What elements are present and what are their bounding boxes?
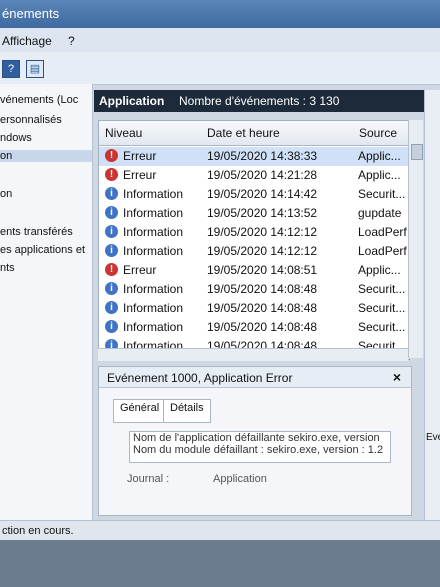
scroll-thumb[interactable] (411, 144, 423, 160)
events-table: Niveau Date et heure Source ! Erreur 19/05… (98, 120, 410, 360)
status-bar: ction en cours. (0, 520, 440, 541)
table-row[interactable]: i Information 19/05/2020 14:12:12 LoadPerf (99, 223, 409, 242)
taskbar-area (0, 540, 440, 587)
row-level: Erreur (123, 168, 157, 182)
row-level: Erreur (123, 149, 157, 163)
row-source: LoadPerf (358, 225, 407, 239)
event-detail-panel: Evénement 1000, Application Error × Géné… (98, 366, 412, 516)
row-level: Information (123, 282, 184, 296)
tab-details[interactable]: Détails (163, 399, 211, 423)
row-date: 19/05/2020 14:14:42 (207, 187, 318, 201)
row-level: Erreur (123, 263, 157, 277)
row-source: Securit... (358, 187, 406, 201)
info-icon: i (105, 282, 118, 295)
nav-item-windows-logs[interactable]: ndows (0, 132, 32, 144)
tab-general[interactable]: Général (113, 399, 167, 423)
nav-item-subscriptions[interactable]: nts (0, 262, 15, 274)
table-row[interactable]: ! Erreur 19/05/2020 14:08:51 Applic... (99, 261, 409, 280)
row-source: Applic... (358, 149, 401, 163)
col-source[interactable]: Source (359, 126, 397, 140)
col-date[interactable]: Date et heure (207, 126, 280, 140)
table-row[interactable]: i Information 19/05/2020 14:13:52 gupdate (99, 204, 409, 223)
row-source: LoadPerf (358, 244, 407, 258)
window-titlebar: énements (0, 0, 440, 28)
nav-item-system[interactable]: on (0, 188, 12, 200)
journal-value: Application (213, 473, 267, 485)
event-count: Nombre d'événements : 3 130 (179, 94, 340, 108)
description-line-2: Nom du module défaillant : sekiro.exe, v… (133, 444, 384, 456)
info-icon: i (105, 225, 118, 238)
row-source: Applic... (358, 168, 401, 182)
table-row[interactable]: i Information 19/05/2020 14:14:42 Securit..… (99, 185, 409, 204)
row-source: gupdate (358, 206, 402, 220)
error-icon: ! (105, 263, 118, 276)
detail-title: Evénement 1000, Application Error (107, 371, 293, 385)
journal-label: Journal : (127, 473, 170, 485)
horizontal-scrollbar[interactable] (98, 348, 408, 361)
table-row[interactable]: ! Erreur 19/05/2020 14:38:33 Applic... (99, 147, 409, 166)
info-icon: i (105, 206, 118, 219)
table-row[interactable]: i Information 19/05/2020 14:08:48 Securit..… (99, 318, 409, 337)
error-icon: ! (105, 168, 118, 181)
toolbar: ? ▤ (0, 52, 440, 85)
row-source: Securit... (358, 282, 406, 296)
vertical-scrollbar[interactable] (408, 120, 423, 358)
row-date: 19/05/2020 14:38:33 (207, 149, 318, 163)
info-icon: i (105, 187, 118, 200)
menu-affichage[interactable]: Affichage (2, 34, 52, 48)
event-description: Nom de l'application défaillante sekiro.… (129, 431, 391, 463)
show-hide-pane-icon[interactable]: ▤ (26, 60, 44, 78)
description-line-1: Nom de l'application défaillante sekiro.… (133, 432, 380, 444)
help-icon[interactable]: ? (2, 60, 20, 78)
info-icon: i (105, 320, 118, 333)
row-level: Information (123, 206, 184, 220)
status-text: ction en cours. (2, 525, 74, 537)
row-level: Information (123, 244, 184, 258)
nav-item-event-viewer[interactable]: vénements (Loc (0, 94, 78, 106)
col-niveau[interactable]: Niveau (105, 126, 142, 140)
menu-help[interactable]: ? (68, 34, 75, 48)
actions-pane: Evé (424, 90, 440, 520)
row-source: Securit... (358, 301, 406, 315)
table-row[interactable]: i Information 19/05/2020 14:12:12 LoadPerf (99, 242, 409, 261)
row-level: Information (123, 320, 184, 334)
row-date: 19/05/2020 14:12:12 (207, 244, 318, 258)
log-name: Application (99, 94, 165, 108)
nav-item-applications-services[interactable]: es applications et (0, 244, 85, 256)
row-source: Applic... (358, 263, 401, 277)
row-source: Securit... (358, 320, 406, 334)
table-row[interactable]: ! Erreur 19/05/2020 14:21:28 Applic... (99, 166, 409, 185)
table-header: Niveau Date et heure Source (99, 121, 409, 146)
left-navigation-tree: vénements (Loc ersonnalisés ndows on on … (0, 84, 93, 520)
row-date: 19/05/2020 14:21:28 (207, 168, 318, 182)
table-row[interactable]: i Information 19/05/2020 14:08:48 Securit..… (99, 280, 409, 299)
row-level: Information (123, 225, 184, 239)
actions-label: Evé (426, 432, 440, 443)
log-header: Application Nombre d'événements : 3 130 (94, 90, 424, 112)
menu-bar: Affichage ? (0, 28, 440, 52)
error-icon: ! (105, 149, 118, 162)
row-date: 19/05/2020 14:08:48 (207, 282, 318, 296)
row-level: Information (123, 187, 184, 201)
nav-item-application[interactable]: on (0, 150, 92, 162)
nav-item-forwarded-events[interactable]: ents transférés (0, 226, 73, 238)
detail-header: Evénement 1000, Application Error × (99, 367, 411, 388)
close-icon[interactable]: × (393, 369, 401, 385)
info-icon: i (105, 301, 118, 314)
nav-item-custom-views[interactable]: ersonnalisés (0, 114, 62, 126)
row-date: 19/05/2020 14:08:48 (207, 301, 318, 315)
info-icon: i (105, 244, 118, 257)
table-row[interactable]: i Information 19/05/2020 14:08:48 Securit..… (99, 299, 409, 318)
row-date: 19/05/2020 14:13:52 (207, 206, 318, 220)
row-date: 19/05/2020 14:12:12 (207, 225, 318, 239)
row-level: Information (123, 301, 184, 315)
row-date: 19/05/2020 14:08:48 (207, 320, 318, 334)
window-title: énements (2, 6, 60, 21)
row-date: 19/05/2020 14:08:51 (207, 263, 318, 277)
